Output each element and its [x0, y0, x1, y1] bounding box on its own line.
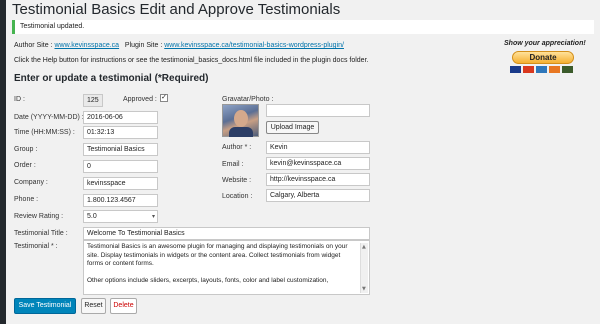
- visa-icon: [510, 66, 521, 73]
- testimonial-label: Testimonial * :: [14, 243, 58, 250]
- shoulders-shape: [229, 127, 253, 137]
- location-label: Location :: [222, 193, 253, 200]
- group-label: Group :: [14, 146, 38, 153]
- donate-button[interactable]: Donate: [512, 51, 574, 64]
- form-heading: Enter or update a testimonial (*Required…: [14, 73, 209, 84]
- gravatar-label: Gravatar/Photo :: [222, 96, 274, 103]
- order-field[interactable]: 0: [83, 160, 158, 173]
- plugin-site-link[interactable]: www.kevinsspace.ca/testimonial-basics-wo…: [164, 42, 344, 49]
- website-field[interactable]: http://kevinsspace.ca: [266, 173, 370, 186]
- upload-image-button[interactable]: Upload Image: [266, 121, 319, 134]
- testimonial-paragraph-2: Other options include sliders, excerpts,…: [87, 276, 329, 284]
- success-notice: Testimonial updated.: [12, 20, 594, 34]
- mastercard-icon: [523, 66, 534, 73]
- page-title: Testimonial Basics Edit and Approve Test…: [12, 1, 341, 18]
- plugin-site-label: Plugin Site :: [124, 42, 163, 49]
- links-row: Author Site : www.kevinsspace.ca Plugin …: [14, 42, 344, 49]
- rating-value: 5.0: [87, 213, 97, 220]
- company-field[interactable]: kevinsspace: [83, 177, 158, 190]
- scroll-up-icon: ▲: [362, 244, 366, 250]
- chevron-down-icon: ▾: [151, 213, 155, 220]
- discover-icon: [549, 66, 560, 73]
- scroll-down-icon: ▼: [362, 285, 366, 292]
- location-field[interactable]: Calgary, Alberta: [266, 189, 370, 202]
- face-shape: [234, 110, 248, 127]
- gravatar-url-field[interactable]: [266, 104, 370, 117]
- textarea-scrollbar[interactable]: ▲ ▼: [360, 243, 368, 293]
- author-label: Author * :: [222, 144, 252, 151]
- author-site-link[interactable]: www.kevinsspace.ca: [54, 42, 119, 49]
- id-label: ID :: [14, 96, 25, 103]
- phone-label: Phone :: [14, 196, 39, 203]
- rating-label: Review Rating :: [14, 213, 64, 220]
- time-label: Time (HH:MM:SS) :: [14, 129, 75, 136]
- email-label: Email :: [222, 161, 244, 168]
- admin-sidebar-edge: [0, 0, 6, 324]
- help-text: Click the Help button for instructions o…: [14, 57, 369, 64]
- reset-button[interactable]: Reset: [81, 298, 106, 314]
- date-label: Date (YYYY-MM-DD) :: [14, 114, 84, 121]
- save-testimonial-button[interactable]: Save Testimonial: [14, 298, 76, 314]
- date-field[interactable]: 2016-06-06: [83, 111, 158, 124]
- author-field[interactable]: Kevin: [266, 141, 370, 154]
- company-label: Company :: [14, 179, 48, 186]
- approved-label: Approved :: [123, 96, 157, 103]
- testimonial-title-field[interactable]: Welcome To Testimonial Basics: [83, 227, 370, 240]
- phone-field[interactable]: 1.800.123.4567: [83, 194, 158, 207]
- testimonial-paragraph-1: Testimonial Basics is an awesome plugin …: [87, 243, 348, 267]
- notice-text: Testimonial updated.: [20, 23, 85, 30]
- approved-checkbox[interactable]: ✓: [160, 94, 168, 102]
- email-field[interactable]: kevin@kevinsspace.ca: [266, 157, 370, 170]
- group-field[interactable]: Testimonial Basics: [83, 143, 158, 156]
- id-field: 125: [83, 94, 103, 107]
- bank-icon: [562, 66, 573, 73]
- order-label: Order :: [14, 162, 36, 169]
- testimonial-title-label: Testimonial Title :: [14, 230, 68, 237]
- testimonial-textarea[interactable]: Testimonial Basics is an awesome plugin …: [83, 240, 370, 295]
- time-field[interactable]: 01:32:13: [83, 126, 158, 139]
- delete-button[interactable]: Delete: [110, 298, 137, 314]
- rating-select[interactable]: 5.0 ▾: [83, 210, 158, 223]
- author-site-label: Author Site :: [14, 42, 53, 49]
- appreciation-text: Show your appreciation!: [504, 40, 586, 47]
- card-logos: [510, 66, 573, 73]
- author-photo: [222, 104, 259, 137]
- amex-icon: [536, 66, 547, 73]
- website-label: Website :: [222, 177, 252, 184]
